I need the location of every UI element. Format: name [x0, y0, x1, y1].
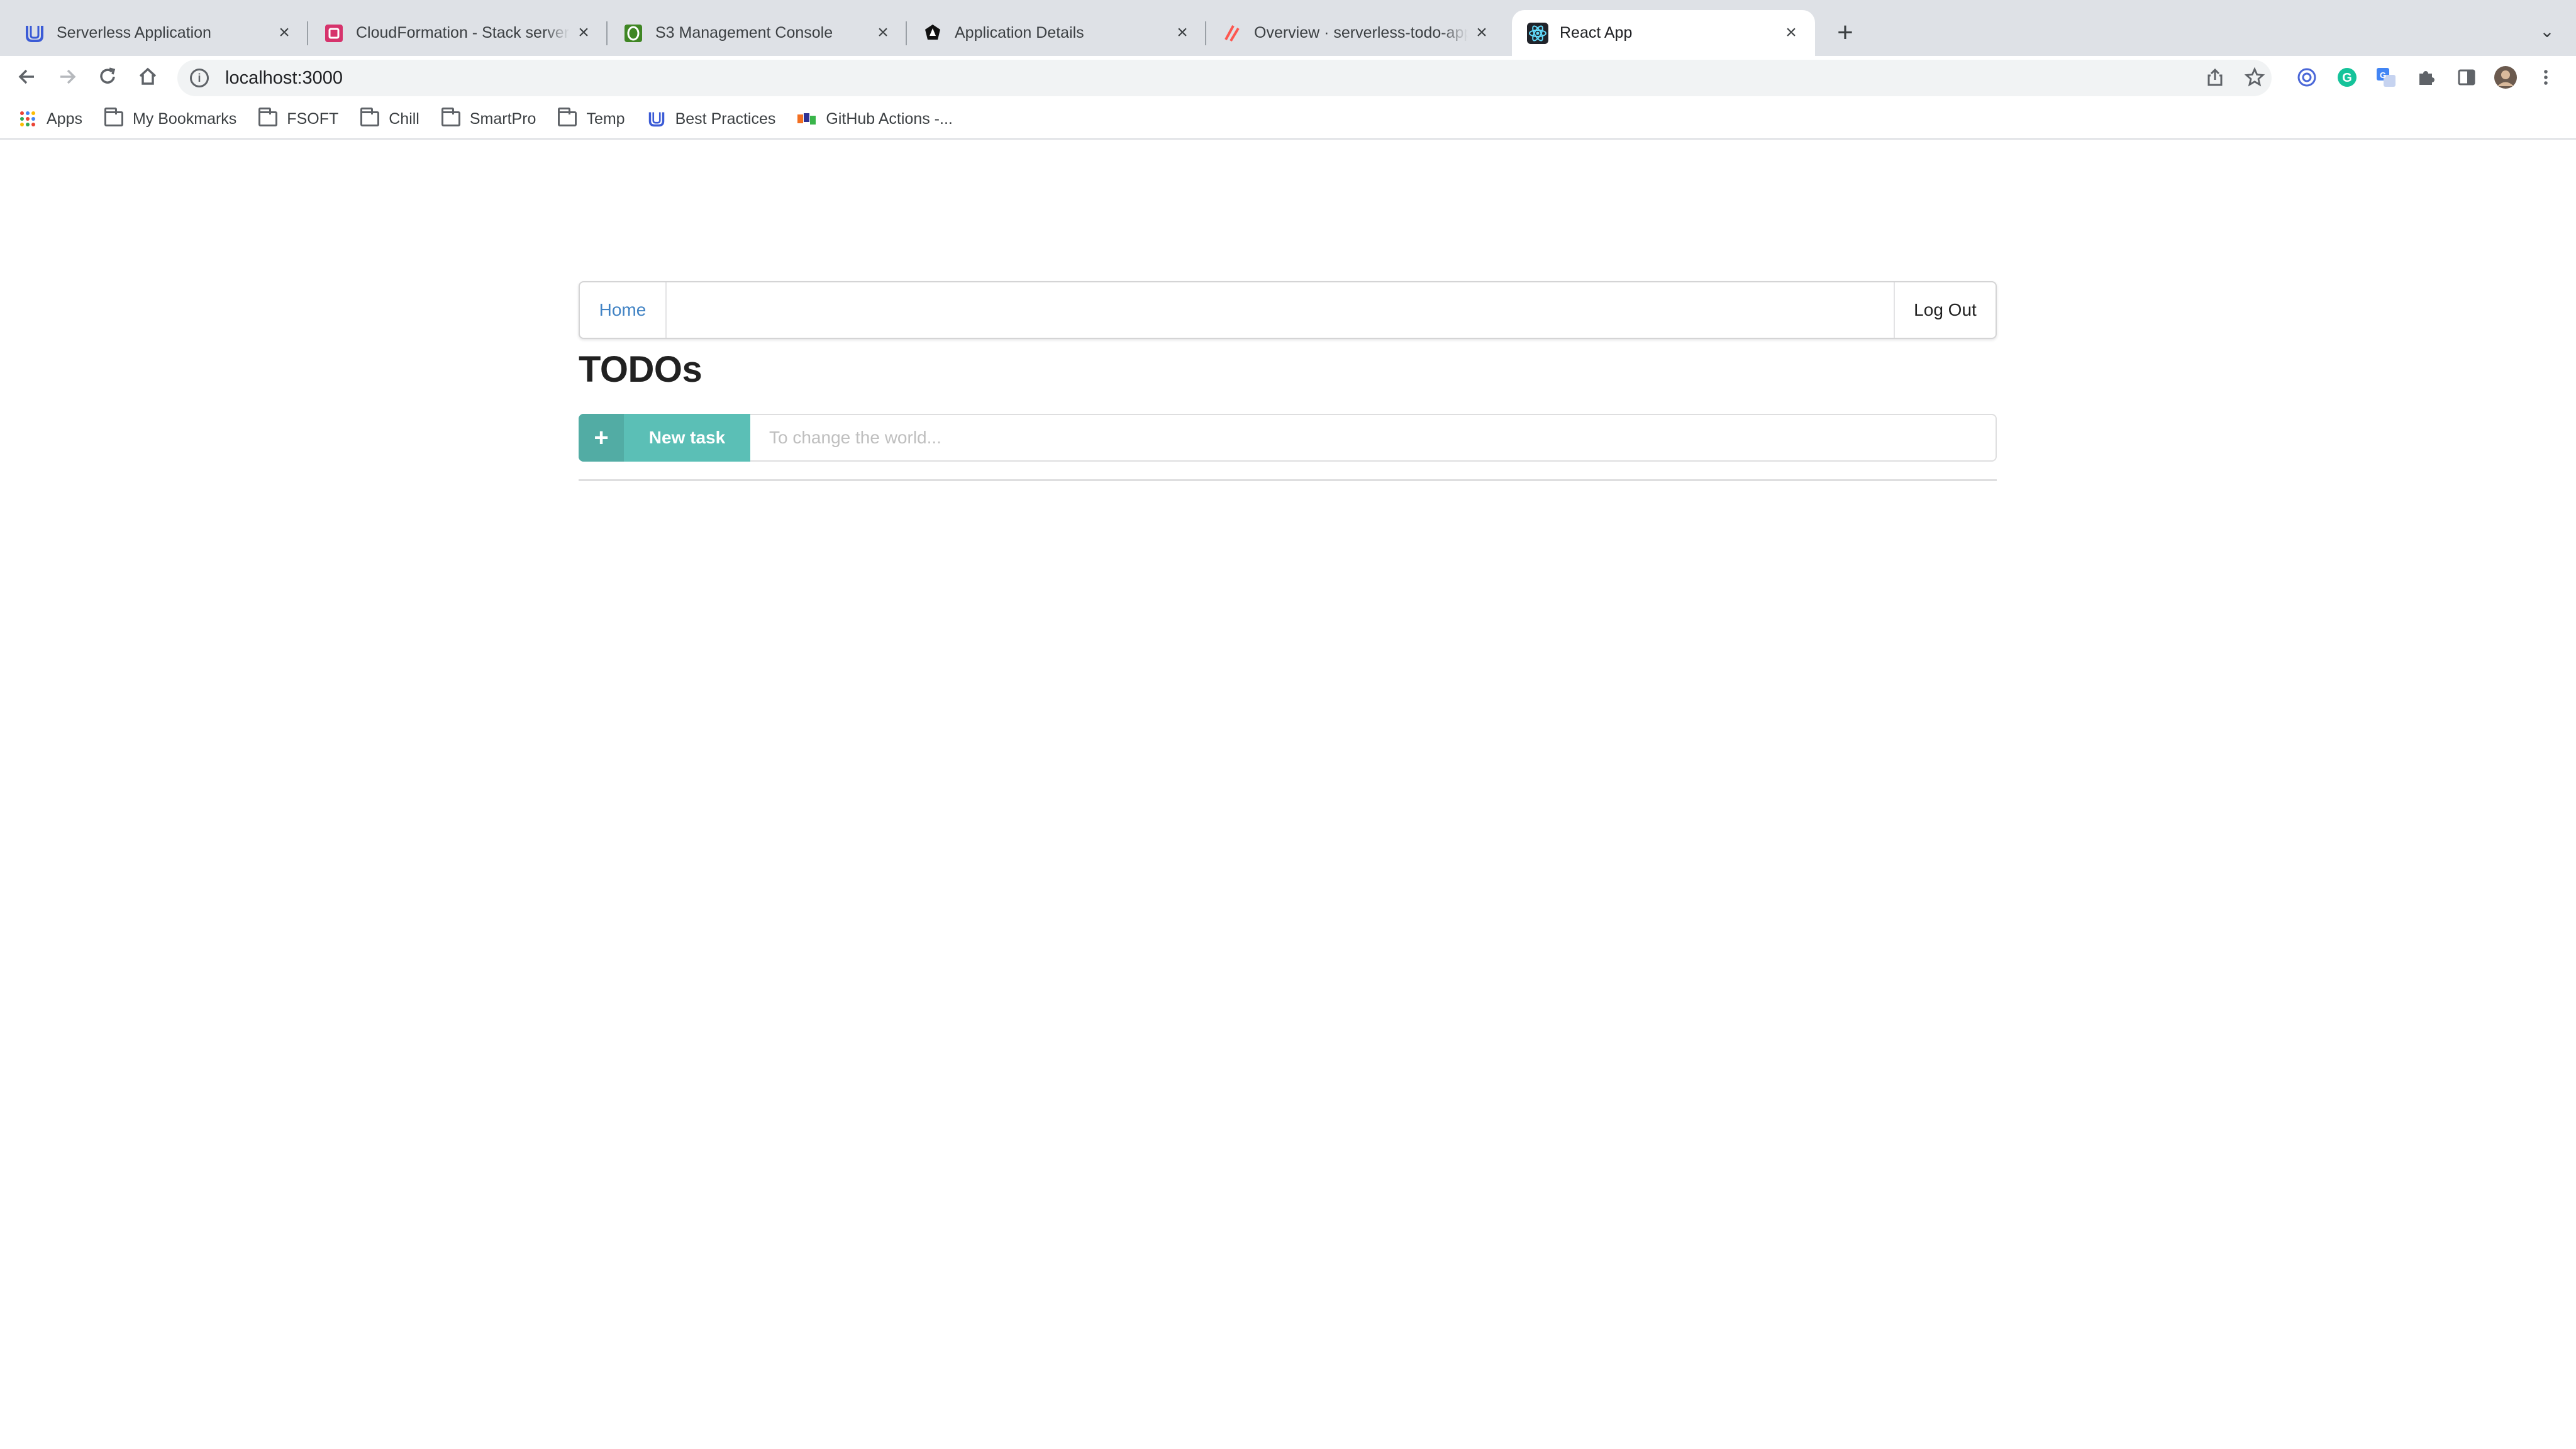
tab-close-icon[interactable]: ×	[274, 23, 294, 43]
tab-cloudformation[interactable]: CloudFormation - Stack serverless ×	[299, 10, 608, 56]
tab-title: Application Details	[955, 24, 1084, 42]
bookmark-best-practices[interactable]: Best Practices	[647, 109, 776, 129]
bookmark-smartpro[interactable]: SmartPro	[441, 108, 536, 129]
bookmark-label: My Bookmarks	[132, 109, 237, 128]
tab-serverless-application[interactable]: Serverless Application ×	[0, 10, 308, 56]
bookmark-label: Temp	[586, 109, 625, 128]
plus-icon: +	[579, 414, 624, 462]
new-task-label: New task	[648, 428, 726, 447]
bookmarks-bar: Apps My Bookmarks FSOFT Chill SmartPro T…	[0, 103, 2576, 135]
bookmark-chill[interactable]: Chill	[360, 108, 419, 129]
bookmark-github-actions[interactable]: GitHub Actions -...	[797, 109, 953, 129]
folder-icon	[441, 108, 461, 129]
tab-title: Overview · serverless-todo-app	[1254, 24, 1468, 42]
tab-search-chevron-icon[interactable]: ⌄	[2534, 19, 2560, 44]
folder-icon	[557, 108, 577, 129]
content-divider	[579, 479, 1997, 481]
bookmark-label: Chill	[389, 109, 419, 128]
folder-icon	[258, 108, 278, 129]
address-url: localhost:3000	[225, 67, 343, 88]
tab-title: Serverless Application	[57, 24, 211, 42]
toolbar-divider	[0, 138, 2576, 140]
new-task-input[interactable]	[750, 414, 1997, 462]
bookmark-label: SmartPro	[469, 109, 536, 128]
react-icon	[1527, 22, 1548, 44]
grammar-checker-extension-icon[interactable]: G	[2333, 64, 2361, 91]
new-tab-button[interactable]: +	[1830, 18, 1860, 48]
new-task-form: + New task	[579, 414, 1997, 462]
share-icon[interactable]	[2201, 64, 2229, 91]
page-title: TODOs	[579, 349, 702, 390]
cloudformation-icon	[323, 23, 345, 44]
browser-menu-kebab-icon[interactable]	[2532, 64, 2560, 91]
home-icon[interactable]	[132, 61, 164, 92]
bookmark-star-icon[interactable]	[2241, 64, 2268, 91]
tab-title: CloudFormation - Stack serverless	[356, 24, 570, 42]
bookmark-label: Apps	[47, 109, 82, 128]
bookmark-label: FSOFT	[287, 109, 339, 128]
side-panel-icon[interactable]	[2453, 64, 2480, 91]
serverless-icon	[1221, 23, 1243, 44]
tab-react-app[interactable]: React App ×	[1512, 10, 1815, 56]
folder-icon	[360, 108, 380, 129]
fpt-icon	[797, 109, 817, 129]
profile-avatar[interactable]	[2492, 64, 2519, 91]
grammarly-extension-icon[interactable]	[2293, 64, 2321, 91]
translate-extension-icon[interactable]: G	[2372, 64, 2400, 91]
browser-toolbar: i localhost:3000 G G Apps My Bookmarks F…	[0, 56, 2576, 150]
udacity-icon	[24, 23, 45, 44]
tab-s3-console[interactable]: S3 Management Console ×	[599, 10, 907, 56]
svg-text:G: G	[2342, 71, 2352, 85]
site-info-icon[interactable]: i	[190, 69, 209, 87]
bookmark-label: Best Practices	[675, 109, 776, 128]
tab-title: S3 Management Console	[655, 24, 833, 42]
menu-home-link[interactable]: Home	[580, 282, 667, 338]
tab-application-details[interactable]: Application Details ×	[898, 10, 1206, 56]
tab-close-icon[interactable]: ×	[1472, 23, 1492, 43]
bookmark-fsoft[interactable]: FSOFT	[258, 108, 339, 129]
logout-button[interactable]: Log Out	[1894, 282, 1996, 338]
s3-icon	[623, 23, 644, 44]
folder-icon	[104, 108, 124, 129]
tab-title: React App	[1560, 24, 1633, 42]
extensions-puzzle-icon[interactable]	[2412, 64, 2440, 91]
browser-tab-strip: Serverless Application × CloudFormation …	[0, 0, 2576, 56]
forward-arrow-icon[interactable]	[52, 61, 83, 92]
apps-grid-icon	[18, 109, 38, 129]
tab-close-icon[interactable]: ×	[1781, 23, 1801, 43]
tab-close-icon[interactable]: ×	[1172, 23, 1192, 43]
svg-text:G: G	[2380, 70, 2386, 80]
bookmark-my-bookmarks[interactable]: My Bookmarks	[104, 108, 237, 129]
bookmark-label: GitHub Actions -...	[826, 109, 953, 128]
new-task-button[interactable]: + New task	[579, 414, 750, 462]
back-arrow-icon[interactable]	[11, 61, 43, 92]
auth0-icon	[922, 23, 943, 44]
udacity-icon	[647, 109, 667, 129]
tab-close-icon[interactable]: ×	[574, 23, 594, 43]
bookmark-temp[interactable]: Temp	[557, 108, 625, 129]
bookmark-apps[interactable]: Apps	[18, 109, 82, 129]
reload-icon[interactable]	[92, 61, 123, 92]
address-bar[interactable]: i localhost:3000	[177, 60, 2272, 96]
tab-serverless-overview[interactable]: Overview · serverless-todo-app ×	[1197, 10, 1506, 56]
top-menu: Home Log Out	[579, 281, 1997, 339]
tab-close-icon[interactable]: ×	[873, 23, 893, 43]
